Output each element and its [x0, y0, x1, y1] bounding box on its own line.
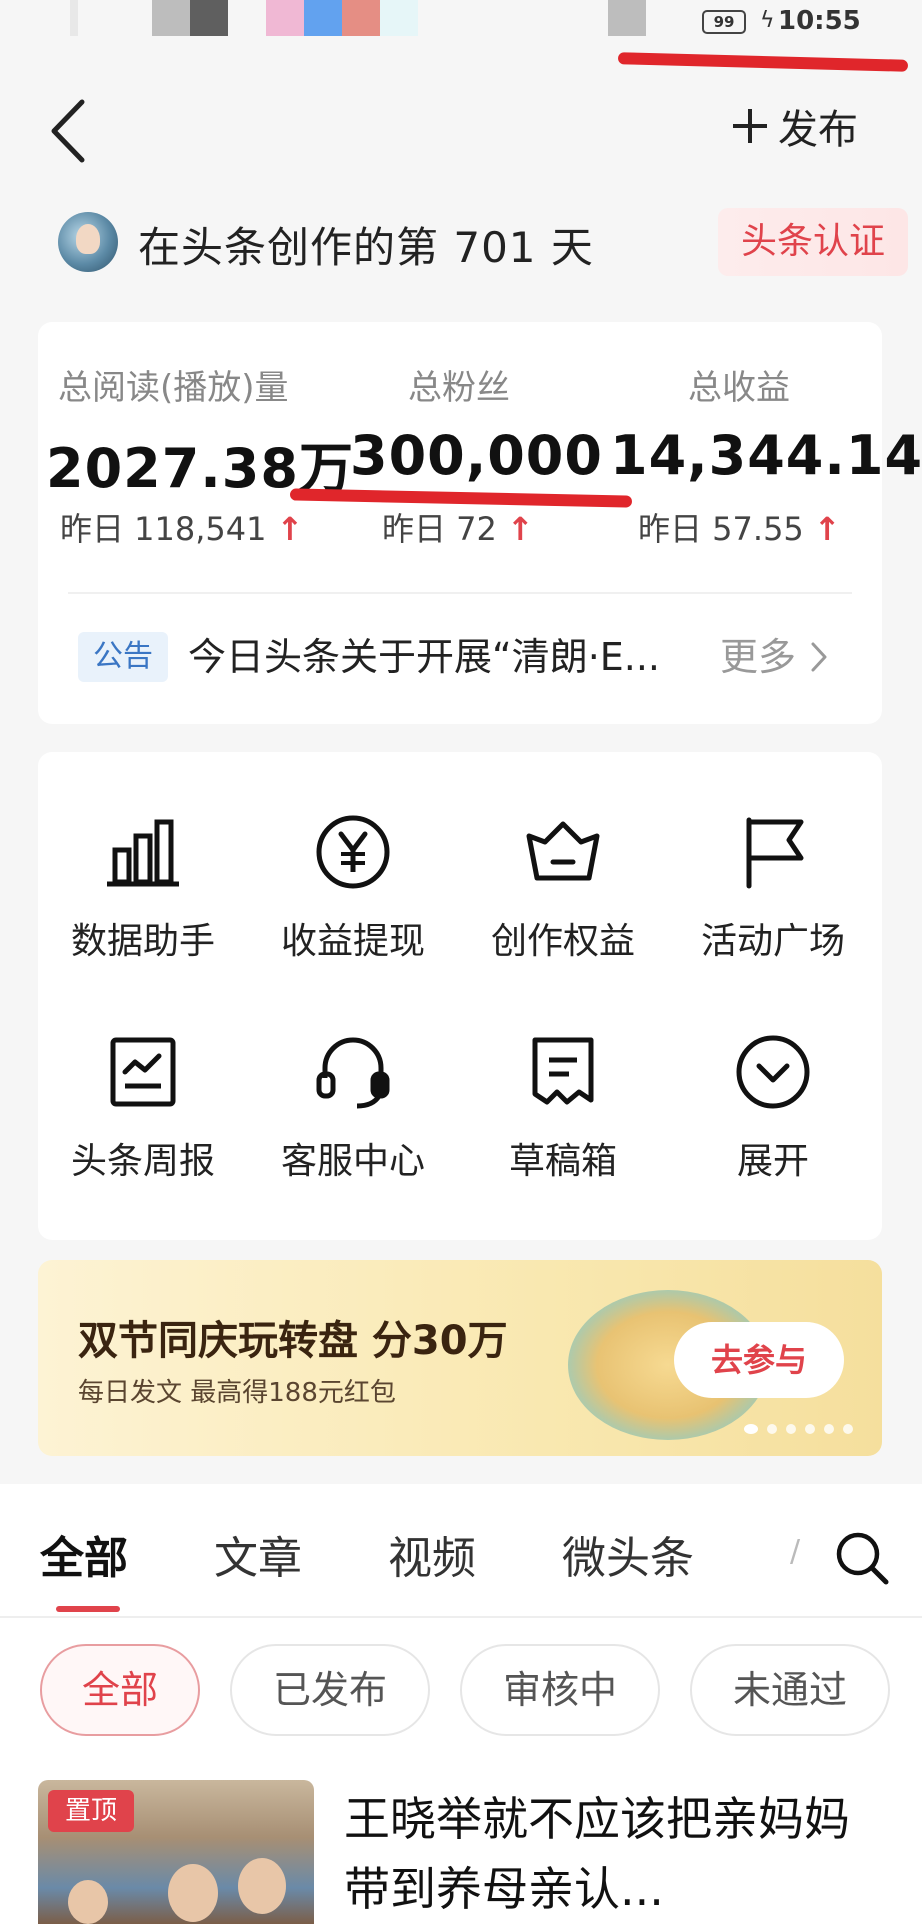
status-icon-blurred — [304, 0, 342, 36]
status-icon-blurred — [152, 0, 190, 36]
status-icon-blurred — [342, 0, 380, 36]
carousel-dot[interactable] — [824, 1424, 834, 1434]
tab-overflow-hint: / — [790, 1534, 801, 1569]
tool-creator-rights[interactable]: 创作权益 — [458, 772, 668, 972]
banner-subtitle: 每日发文 最高得188元红包 — [78, 1378, 396, 1408]
battery-indicator: 99 — [702, 10, 746, 34]
lightning-icon: ϟ — [760, 8, 775, 33]
notice-text[interactable]: 今日头条关于开展“清朗·E... — [188, 632, 708, 682]
certification-badge[interactable]: 头条认证 — [718, 208, 908, 276]
filter-reviewing[interactable]: 审核中 — [460, 1644, 660, 1736]
stat-label: 总收益 — [688, 368, 790, 408]
search-button[interactable] — [832, 1528, 892, 1588]
tool-label: 草稿箱 — [508, 1141, 617, 1182]
filter-all[interactable]: 全部 — [40, 1644, 200, 1736]
avatar[interactable] — [58, 212, 118, 272]
status-bar: 99 ϟ 10:55 — [0, 0, 922, 50]
tool-drafts[interactable]: 草稿箱 — [458, 992, 668, 1192]
carousel-dots — [744, 1424, 853, 1434]
status-icon-blurred — [608, 0, 646, 36]
carousel-dot[interactable] — [843, 1424, 853, 1434]
join-button[interactable]: 去参与 — [674, 1322, 844, 1398]
stat-label: 总粉丝 — [408, 368, 510, 408]
status-icon-blurred — [190, 0, 228, 36]
back-button[interactable] — [46, 96, 90, 166]
tool-label: 客服中心 — [280, 1141, 425, 1182]
stat-label: 总阅读(播放)量 — [58, 368, 289, 408]
up-arrow-icon: ↑ — [813, 510, 841, 548]
tool-label: 活动广场 — [700, 921, 845, 962]
divider — [68, 592, 852, 594]
pinned-badge: 置顶 — [48, 1790, 134, 1832]
stats-card: 总阅读(播放)量 2027.38万 昨日 118,541 ↑ 总粉丝 300,00… — [38, 322, 922, 724]
headset-icon — [316, 1037, 390, 1109]
tool-weekly-report[interactable]: 头条周报 — [38, 992, 248, 1192]
tab-all[interactable]: 全部 — [40, 1522, 128, 1586]
tool-expand[interactable]: 展开 — [668, 992, 878, 1192]
draft-icon — [532, 1037, 594, 1105]
article-thumbnail[interactable]: 置顶 — [38, 1780, 314, 1924]
carousel-dot[interactable] — [805, 1424, 815, 1434]
tool-label: 展开 — [736, 1141, 809, 1182]
report-icon — [110, 1037, 176, 1107]
tab-videos[interactable]: 视频 — [388, 1522, 476, 1586]
carousel-dot[interactable] — [744, 1424, 758, 1434]
up-arrow-icon: ↑ — [276, 510, 304, 548]
search-icon — [836, 1532, 889, 1585]
tool-label: 数据助手 — [70, 921, 215, 962]
carousel-dot[interactable] — [767, 1424, 777, 1434]
tools-card: 数据助手 收益提现 创作权益 活动广场 头条周报 客服中心 草稿箱 展开 — [38, 752, 882, 1240]
flag-icon — [746, 817, 804, 889]
publish-button[interactable]: 发布 — [730, 96, 858, 156]
expand-circle-icon — [736, 1035, 810, 1109]
thumbnail-person — [68, 1880, 108, 1924]
creator-days-text: 在头条创作的第 701 天 — [138, 223, 594, 272]
chevron-right-icon — [811, 642, 827, 672]
chevron-left-icon — [51, 99, 85, 163]
divider — [0, 1616, 922, 1618]
active-tab-indicator — [56, 1606, 120, 1612]
stat-value: 300,000 — [350, 424, 603, 487]
notice-tag: 公告 — [78, 632, 168, 682]
bar-chart-icon — [107, 819, 179, 887]
article-title[interactable]: 王晓举就不应该把亲妈妈带到养母亲认... — [344, 1784, 884, 1924]
status-icon-blurred — [380, 0, 418, 36]
stat-value: 14,344.14 — [610, 424, 922, 487]
banner-title: 双节同庆玩转盘 分30万 — [78, 1318, 508, 1364]
tool-label: 创作权益 — [490, 921, 635, 962]
publish-label: 发布 — [778, 107, 858, 153]
filter-published[interactable]: 已发布 — [230, 1644, 430, 1736]
more-label: 更多 — [720, 635, 797, 679]
stat-yesterday: 昨日 57.55 ↑ — [638, 510, 841, 548]
thumbnail-person — [168, 1864, 218, 1922]
annotation-red-stroke — [617, 52, 909, 72]
carousel-dot[interactable] — [786, 1424, 796, 1434]
thumbnail-person — [238, 1858, 286, 1914]
promo-banner[interactable]: 双节同庆玩转盘 分30万 每日发文 最高得188元红包 去参与 — [38, 1260, 882, 1456]
status-icon-blurred — [70, 0, 78, 36]
status-time: 10:55 — [778, 6, 861, 36]
content-section: 全部 文章 视频 微头条 / 全部 已发布 审核中 未通过 置顶 王晓举就不应该… — [0, 1484, 922, 1924]
stat-yesterday: 昨日 118,541 ↑ — [60, 510, 304, 548]
stat-yesterday: 昨日 72 ↑ — [382, 510, 534, 548]
tool-label: 收益提现 — [280, 921, 425, 962]
notice-more-link[interactable]: 更多 — [720, 632, 828, 682]
crown-icon — [526, 821, 600, 881]
tool-earnings-withdraw[interactable]: 收益提现 — [248, 772, 458, 972]
status-icon-blurred — [266, 0, 304, 36]
tool-data-assistant[interactable]: 数据助手 — [38, 772, 248, 972]
yuan-coin-icon — [316, 815, 390, 889]
tab-articles[interactable]: 文章 — [214, 1522, 302, 1586]
tool-label: 头条周报 — [70, 1141, 215, 1182]
plus-icon — [733, 109, 767, 143]
tool-activity-square[interactable]: 活动广场 — [668, 772, 878, 972]
filter-rejected[interactable]: 未通过 — [690, 1644, 890, 1736]
up-arrow-icon: ↑ — [506, 510, 534, 548]
tool-customer-service[interactable]: 客服中心 — [248, 992, 458, 1192]
tab-micro-posts[interactable]: 微头条 — [562, 1522, 694, 1586]
